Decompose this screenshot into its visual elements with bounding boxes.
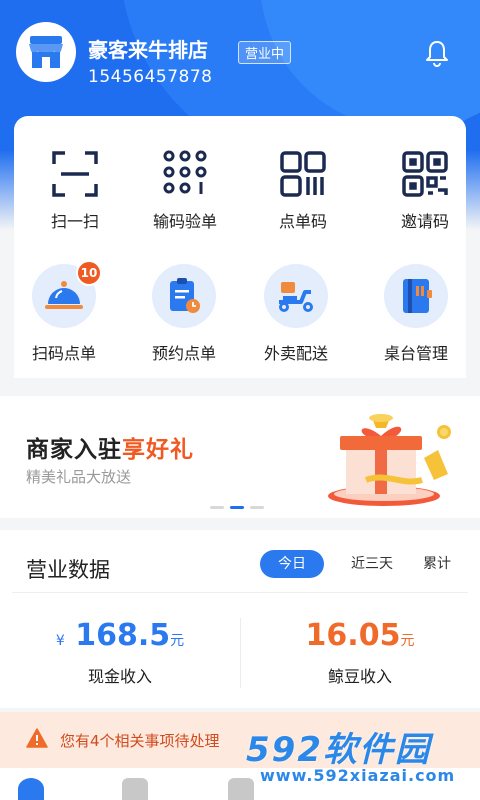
business-data-title: 营业数据 [26, 558, 110, 582]
bean-income-unit: 元 [400, 633, 415, 649]
shop-phone: 15456457878 [88, 67, 213, 87]
bean-income-stat[interactable]: 16.05元 鲸豆收入 [240, 618, 480, 687]
quick-action-label: 邀请码 [400, 212, 449, 231]
promo-banner[interactable]: 商家入驻享好礼 精美礼品大放送 [0, 396, 480, 518]
tab-last-three-days[interactable]: 近三天 [344, 550, 400, 578]
keypad-icon [163, 150, 207, 194]
shop-name[interactable]: 豪客来牛排店 [88, 34, 208, 63]
bean-income-value: 16.05 [305, 618, 401, 653]
shop-avatar[interactable] [16, 22, 76, 82]
cloche-icon [45, 281, 83, 309]
clipboard-clock-icon [170, 278, 200, 313]
bean-income-label: 鲸豆收入 [327, 667, 392, 686]
watermark-logo: 592软件园 [246, 730, 431, 770]
carousel-indicator [210, 506, 264, 509]
tab-cumulative[interactable]: 累计 [414, 550, 460, 578]
status-badge: 营业中 [238, 41, 292, 64]
service-table-management[interactable]: 桌台管理 [356, 264, 476, 364]
quick-action-order-code[interactable]: 点单码 [243, 148, 363, 232]
tab-stats-icon[interactable] [228, 778, 254, 800]
quick-action-enter-code[interactable]: 输码验单 [125, 148, 245, 232]
pending-notice-text: 您有4个相关事项待处理 [60, 732, 220, 750]
scooter-icon [279, 282, 313, 312]
tab-today[interactable]: 今日 [260, 550, 324, 578]
storefront-icon [29, 36, 63, 68]
tab-orders-icon[interactable] [122, 778, 148, 800]
cash-income-unit: 元 [170, 633, 185, 649]
banner-title-highlight: 享好礼 [122, 437, 194, 463]
qrcode-icon [402, 151, 448, 197]
notification-bell-icon[interactable] [424, 38, 450, 68]
quick-action-scan[interactable]: 扫一扫 [15, 148, 135, 232]
service-label: 桌台管理 [383, 344, 448, 363]
banner-title: 商家入驻享好礼 [26, 430, 194, 464]
quick-action-label: 输码验单 [152, 212, 217, 231]
tab-home-icon[interactable] [18, 778, 44, 800]
service-scan-order[interactable]: 10 扫码点单 [4, 260, 124, 364]
barcode-icon [280, 151, 326, 197]
service-delivery[interactable]: 外卖配送 [236, 264, 356, 364]
quick-action-label: 点单码 [278, 212, 327, 231]
cash-income-label: 现金收入 [87, 667, 152, 686]
service-label: 扫码点单 [31, 344, 96, 363]
service-label: 外卖配送 [263, 344, 328, 363]
gift-box-illustration [328, 414, 451, 506]
business-data-card: 营业数据 今日 近三天 累计 ¥ 168.5元 现金收入 16.05元 鲸豆收入 [0, 530, 480, 708]
watermark-url: www.592xiazai.com [260, 766, 456, 785]
service-label: 预约点单 [151, 344, 216, 363]
cash-income-stat[interactable]: ¥ 168.5元 现金收入 [0, 618, 240, 687]
scan-icon [52, 151, 98, 197]
banner-subtitle: 精美礼品大放送 [26, 468, 132, 486]
currency-symbol: ¥ [55, 633, 65, 649]
table-book-icon [403, 279, 432, 313]
quick-action-invite-code[interactable]: 邀请码 [365, 148, 480, 232]
service-reservation[interactable]: 预约点单 [124, 264, 244, 364]
cash-income-value: 168.5 [75, 618, 171, 653]
banner-title-main: 商家入驻 [26, 437, 122, 463]
quick-action-label: 扫一扫 [50, 212, 99, 231]
warning-icon [26, 728, 48, 748]
notification-count-badge: 10 [76, 260, 102, 286]
